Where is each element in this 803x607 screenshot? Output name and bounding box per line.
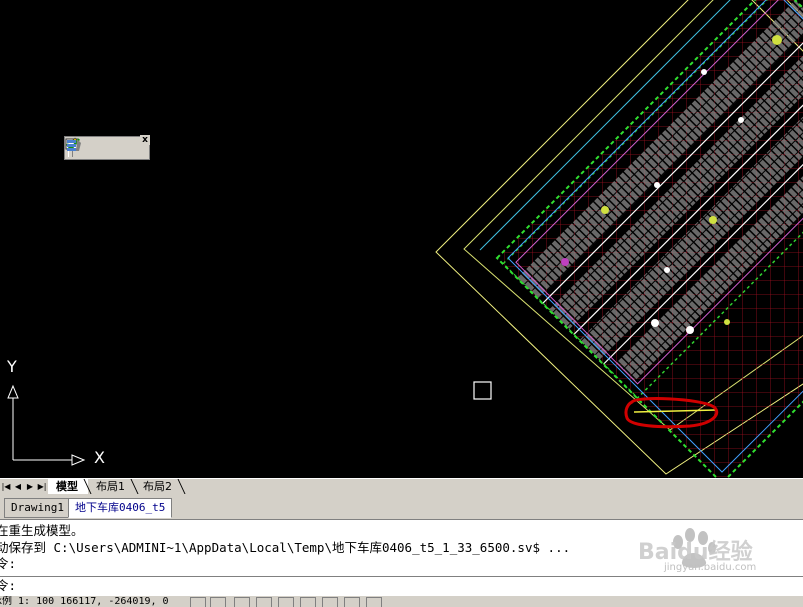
prev-tab-button[interactable]: ◀ — [12, 479, 24, 494]
ucs-y-label: Y — [7, 357, 17, 376]
command-prompt: 令: — [0, 578, 17, 593]
ortho-toggle[interactable] — [234, 597, 250, 607]
ucs-x-label: X — [94, 448, 105, 467]
lwt-toggle[interactable] — [366, 597, 382, 607]
ucs-icon — [7, 384, 86, 466]
floor-plan-drawing — [7, 0, 803, 478]
command-window: 在重生成模型。 动保存到 C:\Users\ADMINI~1\AppData\L… — [0, 520, 803, 595]
drawing-canvas[interactable]: Y X x — [0, 0, 803, 478]
polar-toggle[interactable] — [256, 597, 272, 607]
status-bar: k例 1: 100 166117, -264019, 0 — [0, 595, 803, 607]
dyn-toggle[interactable] — [344, 597, 360, 607]
next-tab-button[interactable]: ▶ — [24, 479, 36, 494]
layer-icon — [67, 139, 81, 151]
command-input[interactable]: 令: — [0, 576, 803, 594]
last-tab-button[interactable]: ▶| — [36, 479, 48, 494]
ducs-toggle[interactable] — [322, 597, 338, 607]
command-history-line: 动保存到 C:\Users\ADMINI~1\AppData\Local\Tem… — [0, 540, 571, 555]
first-tab-button[interactable]: |◀ — [0, 479, 12, 494]
tab-layout2[interactable]: 布局2 — [135, 479, 182, 494]
floating-toolbar: x — [64, 135, 150, 160]
tab-model[interactable]: 模型 — [48, 479, 88, 494]
osnap-toggle[interactable] — [278, 597, 294, 607]
command-history-line: 令: — [0, 556, 17, 571]
otrack-toggle[interactable] — [300, 597, 316, 607]
snap-toggle[interactable] — [190, 597, 206, 607]
pickbox-cursor — [473, 381, 492, 400]
tab-layout1[interactable]: 布局1 — [88, 479, 135, 494]
grid-toggle[interactable] — [210, 597, 226, 607]
doc-tab-drawing1[interactable]: Drawing1 — [4, 498, 71, 518]
doc-tab-garage[interactable]: 地下车库0406_t5 — [68, 498, 173, 518]
accept-button[interactable] — [66, 138, 121, 158]
layout-tab-bar: |◀ ◀ ▶ ▶| 模型 布局1 布局2 — [0, 478, 803, 494]
toolbar-close-button[interactable]: x — [140, 135, 150, 145]
coordinates-readout: k例 1: 100 166117, -264019, 0 — [0, 596, 169, 607]
document-tab-bar: Drawing1 地下车库0406_t5 — [0, 494, 803, 520]
command-history-line: 在重生成模型。 — [0, 523, 84, 538]
